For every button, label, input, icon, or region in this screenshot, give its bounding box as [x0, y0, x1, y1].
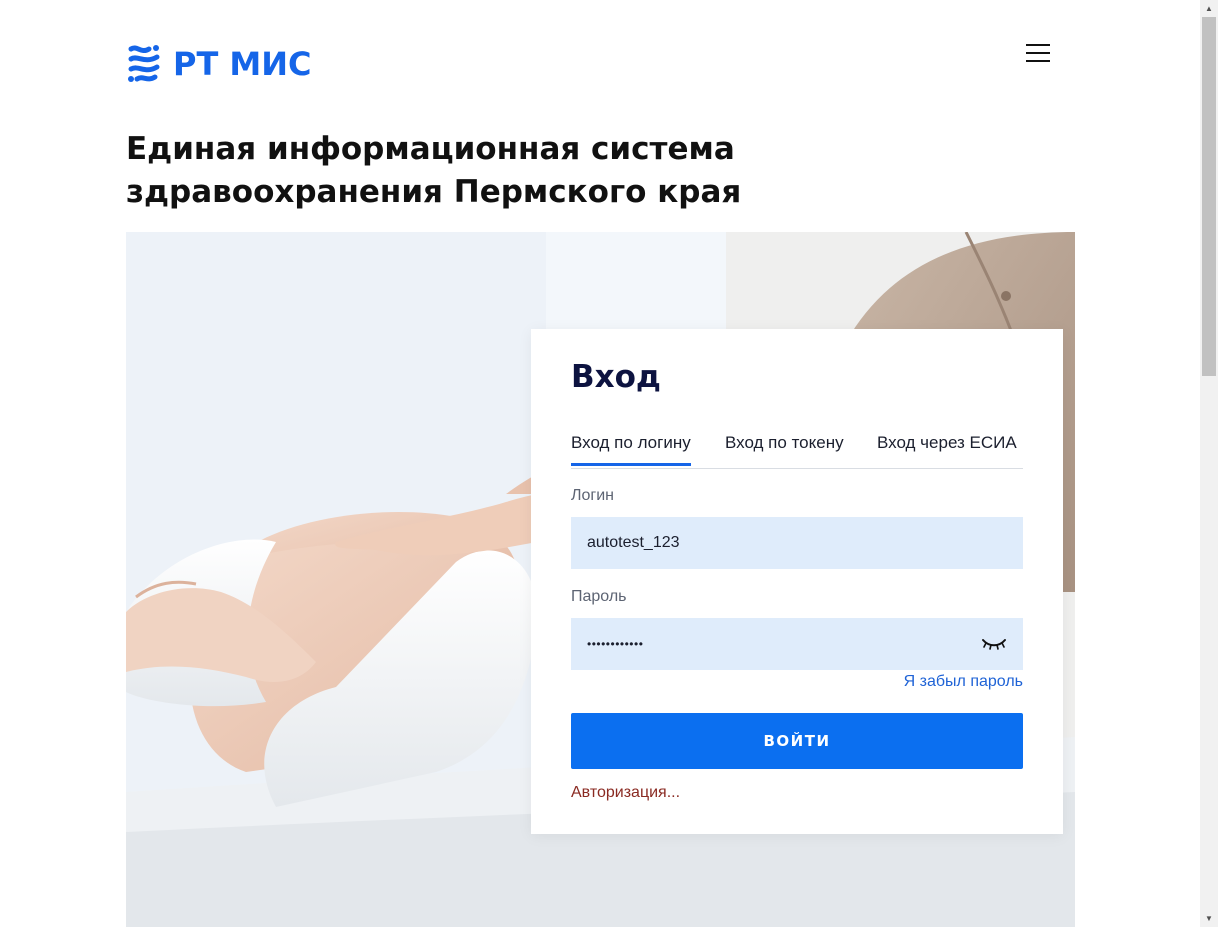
rtmis-logo-icon [128, 45, 160, 82]
login-tabs: Вход по логину Вход по токену Вход через… [571, 429, 1023, 469]
page-title-line2: здравоохранения Пермского края [126, 174, 742, 210]
scroll-down-arrow-icon[interactable]: ▼ [1200, 910, 1218, 927]
tab-token[interactable]: Вход по токену [725, 433, 844, 463]
password-label: Пароль [571, 588, 627, 605]
password-input-value: •••••••••••• [587, 637, 644, 651]
logo-text: РТ МИС [173, 45, 312, 83]
scrollbar[interactable]: ▲ ▼ [1200, 0, 1218, 927]
password-input[interactable]: •••••••••••• [571, 618, 1023, 670]
scrollbar-thumb[interactable] [1202, 17, 1216, 376]
login-title: Вход [571, 359, 661, 395]
login-input[interactable]: autotest_123 [571, 517, 1023, 569]
login-card: Вход Вход по логину Вход по токену Вход … [531, 329, 1063, 834]
login-button[interactable]: ВОЙТИ [571, 713, 1023, 769]
scroll-up-arrow-icon[interactable]: ▲ [1200, 0, 1218, 17]
page: РТ МИС Единая информационная система здр… [0, 0, 1200, 927]
auth-status: Авторизация... [571, 784, 681, 801]
hamburger-menu-icon[interactable] [1024, 42, 1052, 64]
eye-closed-icon[interactable] [981, 634, 1007, 654]
login-input-value: autotest_123 [587, 534, 680, 551]
logo[interactable]: РТ МИС [127, 44, 312, 84]
tab-esia[interactable]: Вход через ЕСИА [877, 433, 1017, 463]
forgot-password-link[interactable]: Я забыл пароль [904, 673, 1023, 691]
page-title-line1: Единая информационная система [126, 131, 735, 167]
tab-login[interactable]: Вход по логину [571, 433, 691, 466]
page-title: Единая информационная система здравоохра… [126, 128, 846, 214]
login-label: Логин [571, 487, 615, 504]
